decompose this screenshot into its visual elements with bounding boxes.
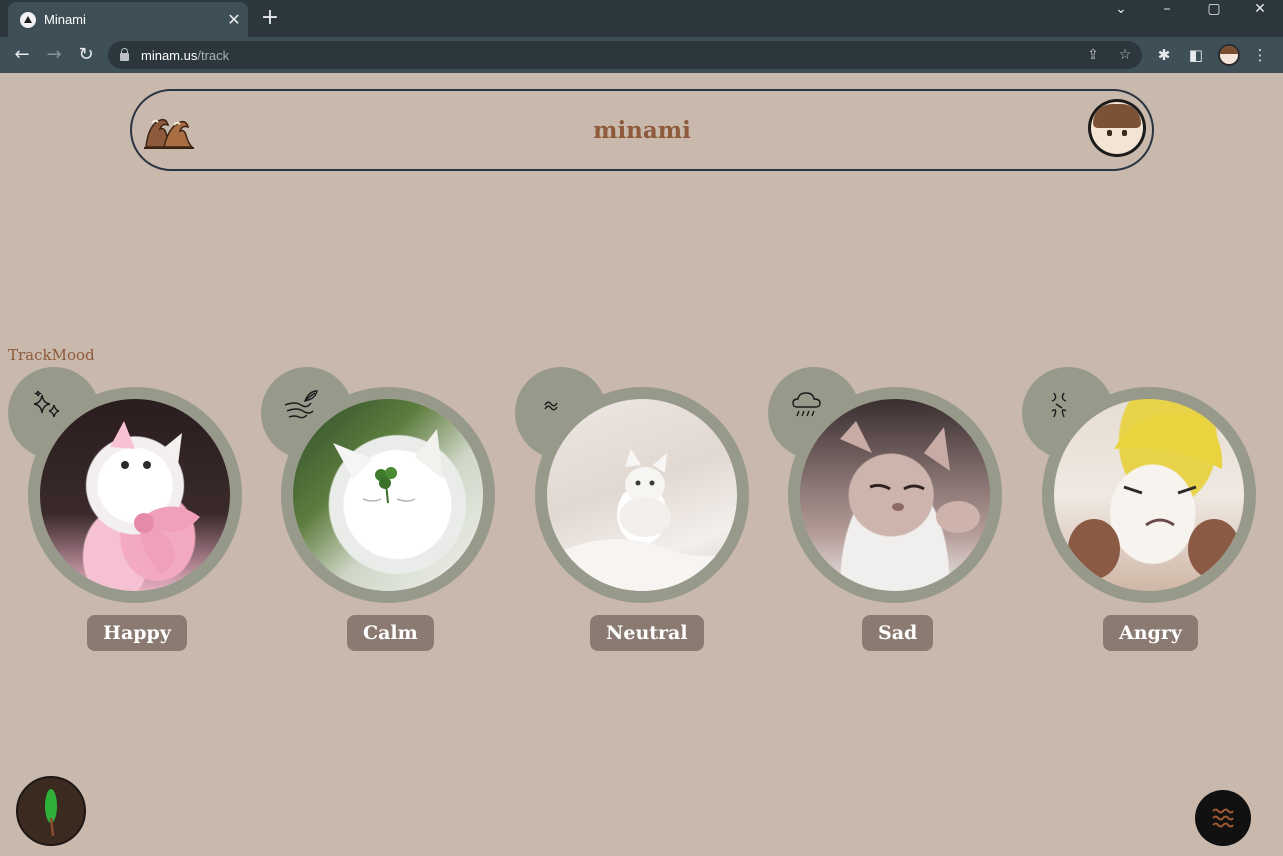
site-header: minami — [130, 89, 1154, 171]
extensions-icon[interactable]: ✱ — [1154, 45, 1174, 65]
close-window-icon[interactable]: ✕ — [1237, 0, 1283, 18]
section-title: TrackMood — [8, 346, 95, 364]
new-tab-icon[interactable]: + — [258, 6, 282, 30]
url-path: /track — [197, 47, 230, 63]
mood-card-neutral[interactable]: Neutral — [515, 367, 755, 657]
tab-search-icon[interactable]: ⌄ — [1098, 0, 1144, 18]
mood-card-happy[interactable]: Happy — [8, 367, 248, 657]
mood-photo-ring — [28, 387, 242, 603]
mood-label-happy[interactable]: Happy — [87, 615, 187, 651]
close-tab-icon[interactable]: ✕ — [220, 10, 248, 29]
cat-photo-neutral — [547, 399, 737, 591]
waves-icon — [1212, 808, 1234, 828]
browser-toolbar: ← → ↻ minam.us/track ⇪ ☆ ✱ ◧ ⋮ — [0, 37, 1283, 73]
tab-title: Minami — [44, 12, 86, 27]
mood-label-neutral[interactable]: Neutral — [590, 615, 704, 651]
cat-photo-angry — [1054, 399, 1244, 591]
mood-photo-ring — [281, 387, 495, 603]
minimize-icon[interactable]: – — [1144, 0, 1190, 18]
browser-tab-bar: Minami ✕ + ⌄ – ▢ ✕ — [0, 0, 1283, 37]
reload-icon[interactable]: ↻ — [74, 43, 98, 67]
mood-label-calm[interactable]: Calm — [347, 615, 434, 651]
maximize-icon[interactable]: ▢ — [1191, 0, 1237, 18]
cat-photo-happy — [40, 399, 230, 591]
address-bar[interactable]: minam.us/track ⇪ ☆ — [108, 41, 1142, 69]
browser-tab[interactable]: Minami ✕ — [8, 2, 248, 37]
mood-card-calm[interactable]: Calm — [261, 367, 501, 657]
waves-button[interactable] — [1195, 790, 1251, 846]
user-avatar[interactable] — [1088, 99, 1146, 157]
forward-icon[interactable]: → — [42, 43, 66, 67]
menu-icon[interactable]: ⋮ — [1250, 45, 1270, 65]
leaf-button[interactable] — [16, 776, 86, 846]
favicon-icon — [20, 11, 36, 28]
lock-icon[interactable] — [120, 48, 129, 61]
mood-card-angry[interactable]: Angry — [1022, 367, 1262, 657]
side-panel-icon[interactable]: ◧ — [1186, 45, 1206, 65]
cat-photo-calm — [293, 399, 483, 591]
mood-photo-ring — [1042, 387, 1256, 603]
site-name[interactable]: minami — [132, 117, 1152, 144]
share-icon[interactable]: ⇪ — [1084, 46, 1102, 64]
back-icon[interactable]: ← — [10, 43, 34, 67]
mood-photo-ring — [535, 387, 749, 603]
url-host: minam.us — [141, 47, 198, 63]
mood-photo-ring — [788, 387, 1002, 603]
mood-card-sad[interactable]: Sad — [768, 367, 1008, 657]
cat-photo-sad — [800, 399, 990, 591]
mood-label-sad[interactable]: Sad — [862, 615, 934, 651]
leaf-icon — [45, 789, 57, 837]
star-icon[interactable]: ☆ — [1116, 46, 1134, 64]
mood-label-angry[interactable]: Angry — [1103, 615, 1198, 651]
profile-avatar[interactable] — [1218, 44, 1240, 66]
